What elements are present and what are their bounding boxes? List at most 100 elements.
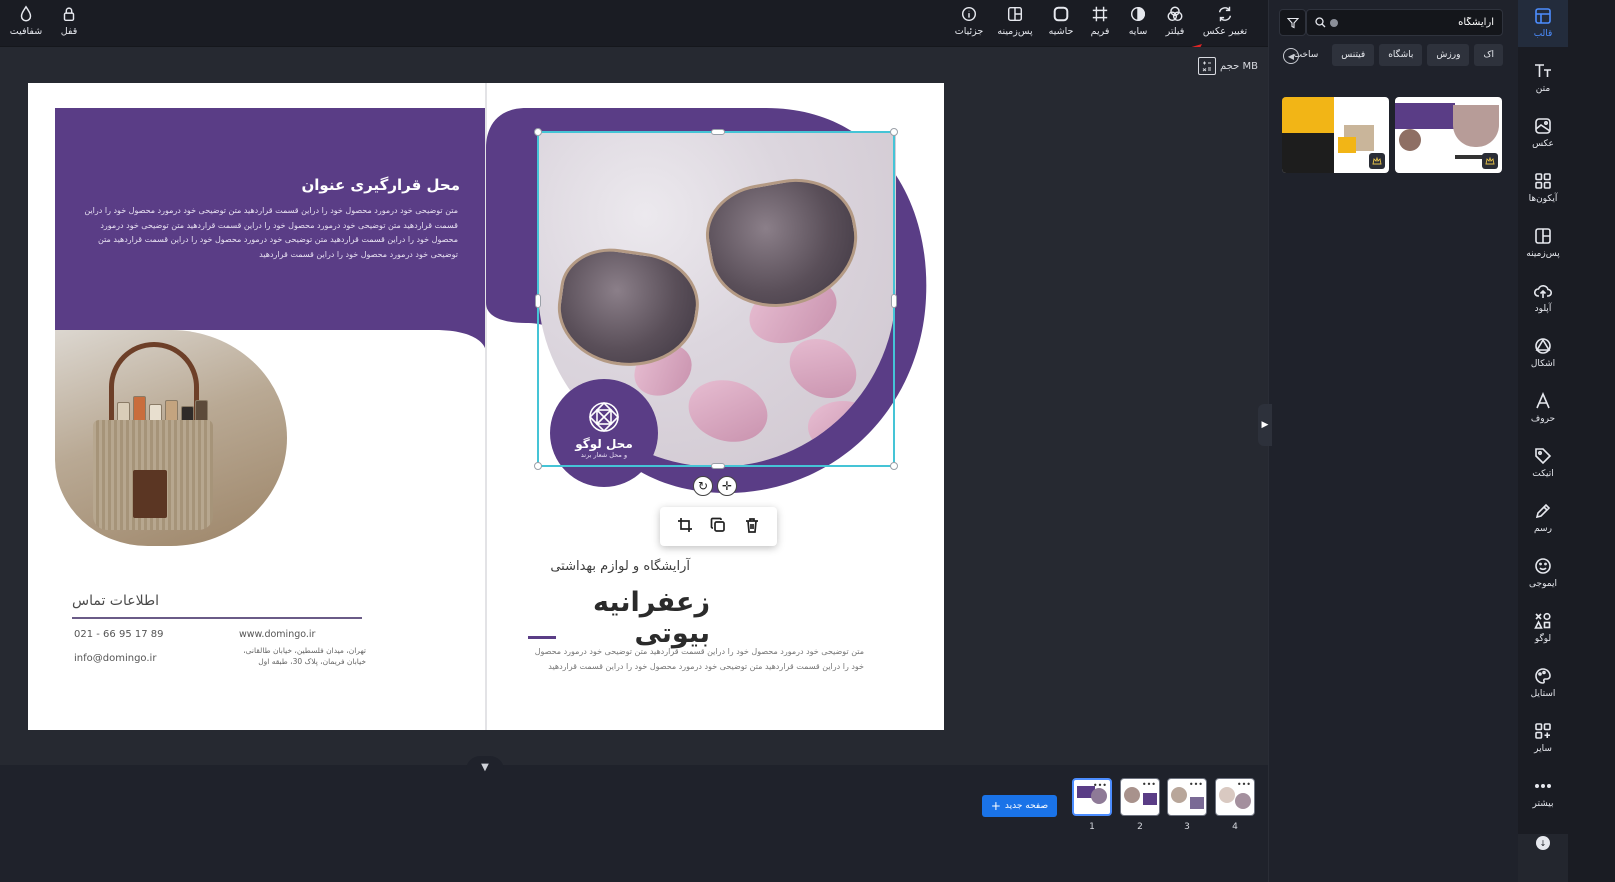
more-icon[interactable]: ••• — [1237, 780, 1251, 789]
duplicate-icon[interactable] — [710, 517, 726, 537]
rail-sticker[interactable]: اتیکت — [1518, 446, 1568, 479]
resize-handle-s[interactable] — [711, 463, 725, 469]
transparency-tool[interactable]: شفافیت — [2, 4, 50, 37]
rail-text[interactable]: متن — [1518, 61, 1568, 94]
lock-icon — [59, 4, 79, 24]
contact-divider — [72, 617, 362, 619]
collapse-panel-button[interactable]: ▶ — [1258, 404, 1272, 446]
add-grid-icon — [1535, 723, 1551, 739]
rail-draw[interactable]: رسم — [1518, 501, 1568, 534]
rail-label: حروف — [1530, 414, 1556, 424]
chip-ak[interactable]: اک — [1474, 44, 1503, 66]
template-card-purple[interactable] — [1395, 97, 1502, 173]
page-number: 4 — [1232, 822, 1238, 832]
change-photo-label: تغییر عکس — [1202, 26, 1248, 37]
font-icon — [1536, 391, 1550, 409]
page-thumbnail-4[interactable]: ••• — [1215, 778, 1255, 816]
rail-photo[interactable]: عکس — [1518, 116, 1568, 149]
filter-circles-icon — [1165, 4, 1185, 24]
more-icon[interactable]: ••• — [1189, 780, 1203, 789]
premium-crown-icon — [1369, 153, 1385, 169]
rail-shapes[interactable]: اشکال — [1518, 336, 1568, 369]
resize-handle-nw[interactable] — [534, 128, 542, 136]
trash-icon[interactable] — [744, 517, 760, 537]
background-label: پس‌زمینه — [997, 26, 1033, 37]
rail-download[interactable]: ↓ — [1518, 834, 1568, 882]
transform-controls: ↻ ✛ — [693, 476, 737, 496]
left-title[interactable]: محل قرارگیری عنوان — [80, 176, 460, 194]
chevron-left-icon[interactable]: ◀ — [1283, 48, 1299, 64]
chevron-right-icon: ▶ — [1261, 420, 1269, 430]
shadow-label: سایه — [1128, 26, 1148, 37]
contact-email[interactable]: info@domingo.ir — [74, 653, 156, 664]
filter-tool[interactable]: فیلتر — [1151, 4, 1199, 37]
move-handle-icon[interactable]: ✛ — [717, 476, 737, 496]
logo-shapes-icon — [1534, 612, 1551, 629]
rail-emoji[interactable]: ایموجی — [1518, 556, 1568, 589]
resize-handle-se[interactable] — [890, 462, 898, 470]
shapes-icon — [1535, 338, 1551, 354]
right-title[interactable]: زعفرانیه بیوتی — [528, 587, 710, 649]
background-tool[interactable]: پس‌زمینه — [991, 4, 1039, 37]
page-thumbnail-1[interactable]: ••• — [1072, 778, 1112, 816]
right-body-text[interactable]: متن توضیحی خود درمورد محصول خود را دراین… — [526, 645, 864, 674]
contact-title[interactable]: اطلاعات تماس — [72, 593, 159, 609]
crop-icon[interactable] — [677, 517, 693, 537]
more-icon[interactable]: ••• — [1142, 780, 1156, 789]
leather-patch — [133, 470, 167, 518]
rail-label: استایل — [1530, 689, 1556, 699]
rail-other[interactable]: سایر — [1518, 721, 1568, 754]
collapse-pages-button[interactable]: ▼ — [466, 756, 504, 778]
template-card-yellow[interactable] — [1282, 97, 1389, 173]
lock-tool[interactable]: قفل — [45, 4, 93, 37]
tag-icon — [1535, 448, 1552, 465]
resize-handle-e[interactable] — [891, 294, 897, 308]
rail-more[interactable]: بیشتر — [1518, 776, 1568, 809]
resize-handle-sw[interactable] — [534, 462, 542, 470]
rail-upload[interactable]: آپلود — [1518, 281, 1568, 314]
template-icon — [1535, 8, 1551, 24]
download-icon: ↓ — [1536, 836, 1550, 850]
plus-icon: + — [990, 799, 1001, 813]
page-thumbnail-3[interactable]: ••• — [1167, 778, 1207, 816]
file-size-indicator[interactable]: حجم MB — [1198, 57, 1258, 75]
template-search[interactable] — [1306, 9, 1503, 36]
contact-address[interactable]: تهران، میدان فلسطین، خیابان طالقانی، خیا… — [236, 645, 366, 667]
more-icon[interactable]: ••• — [1093, 781, 1107, 790]
file-size-label: حجم MB — [1220, 60, 1258, 72]
rail-label: پس‌زمینه — [1526, 249, 1560, 259]
contact-website[interactable]: www.domingo.ir — [239, 629, 315, 640]
search-input[interactable] — [1338, 17, 1494, 28]
bag-photo[interactable] — [55, 330, 287, 546]
rotate-handle-icon[interactable]: ↻ — [693, 476, 713, 496]
border-icon — [1051, 4, 1071, 24]
details-label: جزئیات — [954, 26, 984, 37]
resize-handle-ne[interactable] — [890, 128, 898, 136]
change-photo-tool[interactable]: تغییر عکس — [1200, 4, 1250, 37]
chip-fitness[interactable]: فیتنس — [1332, 44, 1375, 66]
new-page-button[interactable]: صفحه جدید + — [982, 795, 1057, 817]
selection-box[interactable] — [534, 128, 898, 470]
contact-phone[interactable]: 021 - 66 95 17 89 — [74, 629, 164, 640]
background-icon — [1535, 228, 1551, 244]
left-body-text[interactable]: متن توضیحی خود درمورد محصول خود را دراین… — [80, 204, 458, 262]
page-thumbnail-2[interactable]: ••• — [1120, 778, 1160, 816]
lock-label: قفل — [60, 26, 78, 37]
rail-style[interactable]: استایل — [1518, 666, 1568, 699]
right-subtitle[interactable]: آرایشگاه و لوازم بهداشتی — [528, 559, 690, 574]
rail-templates[interactable]: قالب — [1518, 6, 1568, 39]
chip-gym[interactable]: باشگاه — [1379, 44, 1423, 66]
premium-crown-icon — [1482, 153, 1498, 169]
rail-label: قالب — [1533, 29, 1553, 39]
rail-icons[interactable]: آیکون‌ها — [1518, 171, 1568, 204]
details-tool[interactable]: جزئیات — [945, 4, 993, 37]
rail-fonts[interactable]: حروف — [1518, 391, 1568, 424]
clear-search-icon[interactable] — [1330, 18, 1338, 27]
rail-logo[interactable]: لوگو — [1518, 611, 1568, 644]
resize-handle-w[interactable] — [535, 294, 541, 308]
chip-sport[interactable]: ورزش — [1427, 44, 1470, 66]
filter-button[interactable] — [1279, 9, 1306, 36]
rail-background[interactable]: پس‌زمینه — [1518, 226, 1568, 259]
resize-handle-n[interactable] — [711, 129, 725, 135]
background-icon — [1005, 4, 1025, 24]
